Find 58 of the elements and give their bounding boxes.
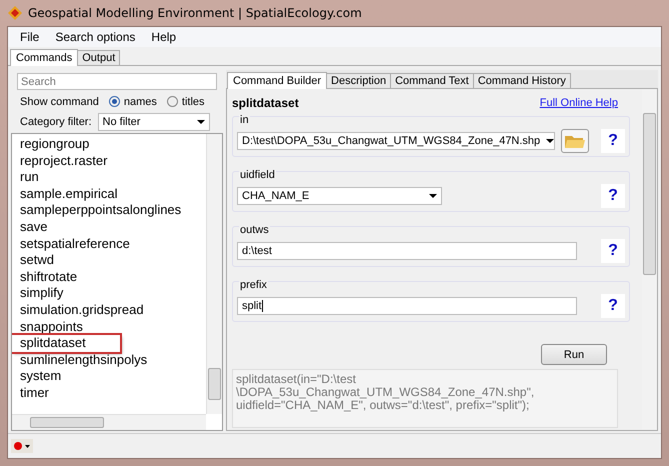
radio-button[interactable]: [166, 96, 178, 107]
command-list-item[interactable]: timer: [20, 384, 53, 402]
tab[interactable]: Command Builder: [227, 72, 328, 89]
parameter-label: outws: [239, 224, 270, 236]
dropdown-caret-icon: [429, 194, 437, 198]
status-dropdown[interactable]: [11, 439, 33, 453]
menu-item[interactable]: Help: [151, 30, 176, 44]
dropdown-caret-icon: [196, 120, 205, 124]
folder-icon: [564, 133, 586, 150]
command-list-item[interactable]: sampleperppointsalonglines: [20, 202, 186, 219]
command-list-item[interactable]: setwd: [20, 252, 58, 269]
help-button[interactable]: ?: [601, 129, 625, 154]
status-indicator-icon: [13, 441, 31, 451]
tab[interactable]: Command History: [472, 73, 571, 88]
show-command-label: Show command: [20, 96, 99, 108]
dropdown-caret-icon: [546, 139, 554, 144]
field-dropdown[interactable]: CHA_NAM_E: [237, 187, 442, 206]
run-button[interactable]: Run: [541, 344, 607, 366]
help-link[interactable]: Full Online Help: [540, 96, 618, 109]
command-list-item[interactable]: setspatialreference: [20, 236, 134, 252]
menu-item[interactable]: Search options: [55, 30, 136, 44]
command-list-item[interactable]: simplify: [20, 285, 68, 302]
command-text-box[interactable]: splitdataset(in="D:\test \DOPA_53u_Changwat_UTM_WGS84_Zone_47N.shp", uidfield="CHA_NAM_E", outws="d:\test", prefix="split");: [232, 369, 618, 428]
command-title: splitdataset: [232, 96, 299, 110]
tab[interactable]: Description: [326, 73, 392, 88]
vertical-scrollbar[interactable]: [206, 134, 222, 414]
command-list-item[interactable]: shiftrotate: [20, 268, 82, 286]
parameter-label: uidfield: [239, 169, 276, 182]
menu-item[interactable]: File: [20, 30, 40, 44]
input-field[interactable]: d:\test: [237, 242, 577, 260]
command-list-item[interactable]: run: [20, 169, 43, 186]
command-list-item[interactable]: system: [20, 368, 66, 385]
tab[interactable]: Output: [77, 50, 120, 65]
radio-label[interactable]: titles: [182, 96, 205, 108]
search-field[interactable]: Search: [17, 73, 217, 90]
radio-label[interactable]: names: [124, 96, 157, 108]
help-button[interactable]: ?: [601, 184, 625, 208]
command-list-item[interactable]: reproject.raster: [20, 152, 112, 170]
app-logo-icon: [8, 6, 22, 20]
command-list-item[interactable]: regiongroup: [20, 136, 94, 153]
browse-button[interactable]: [561, 129, 589, 154]
help-button[interactable]: ?: [601, 239, 625, 264]
parameter-label: prefix: [239, 279, 268, 292]
file-dropdown[interactable]: D:\test\DOPA_53u_Changwat_UTM_WGS84_Zone_47N.shp: [237, 132, 555, 150]
horizontal-scrollbar[interactable]: [12, 414, 206, 430]
category-filter-dropdown[interactable]: No filter: [98, 112, 210, 130]
command-list-item[interactable]: save: [20, 218, 52, 236]
input-field[interactable]: split: [237, 297, 577, 316]
command-list-item[interactable]: sample.empirical: [20, 186, 122, 202]
command-list-item[interactable]: splitdataset: [12, 335, 120, 352]
command-list-item[interactable]: simulation.gridspread: [20, 302, 148, 319]
command-list-item[interactable]: snappoints: [20, 318, 87, 336]
window-title: Geospatial Modelling Environment | SpatialEcology.com: [28, 6, 362, 20]
tab[interactable]: Commands: [10, 49, 78, 66]
help-button[interactable]: ?: [601, 294, 625, 318]
radio-button[interactable]: [108, 96, 120, 107]
command-list-item[interactable]: sumlinelengthsinpolys: [20, 352, 152, 368]
category-filter-label: Category filter:: [20, 116, 92, 128]
